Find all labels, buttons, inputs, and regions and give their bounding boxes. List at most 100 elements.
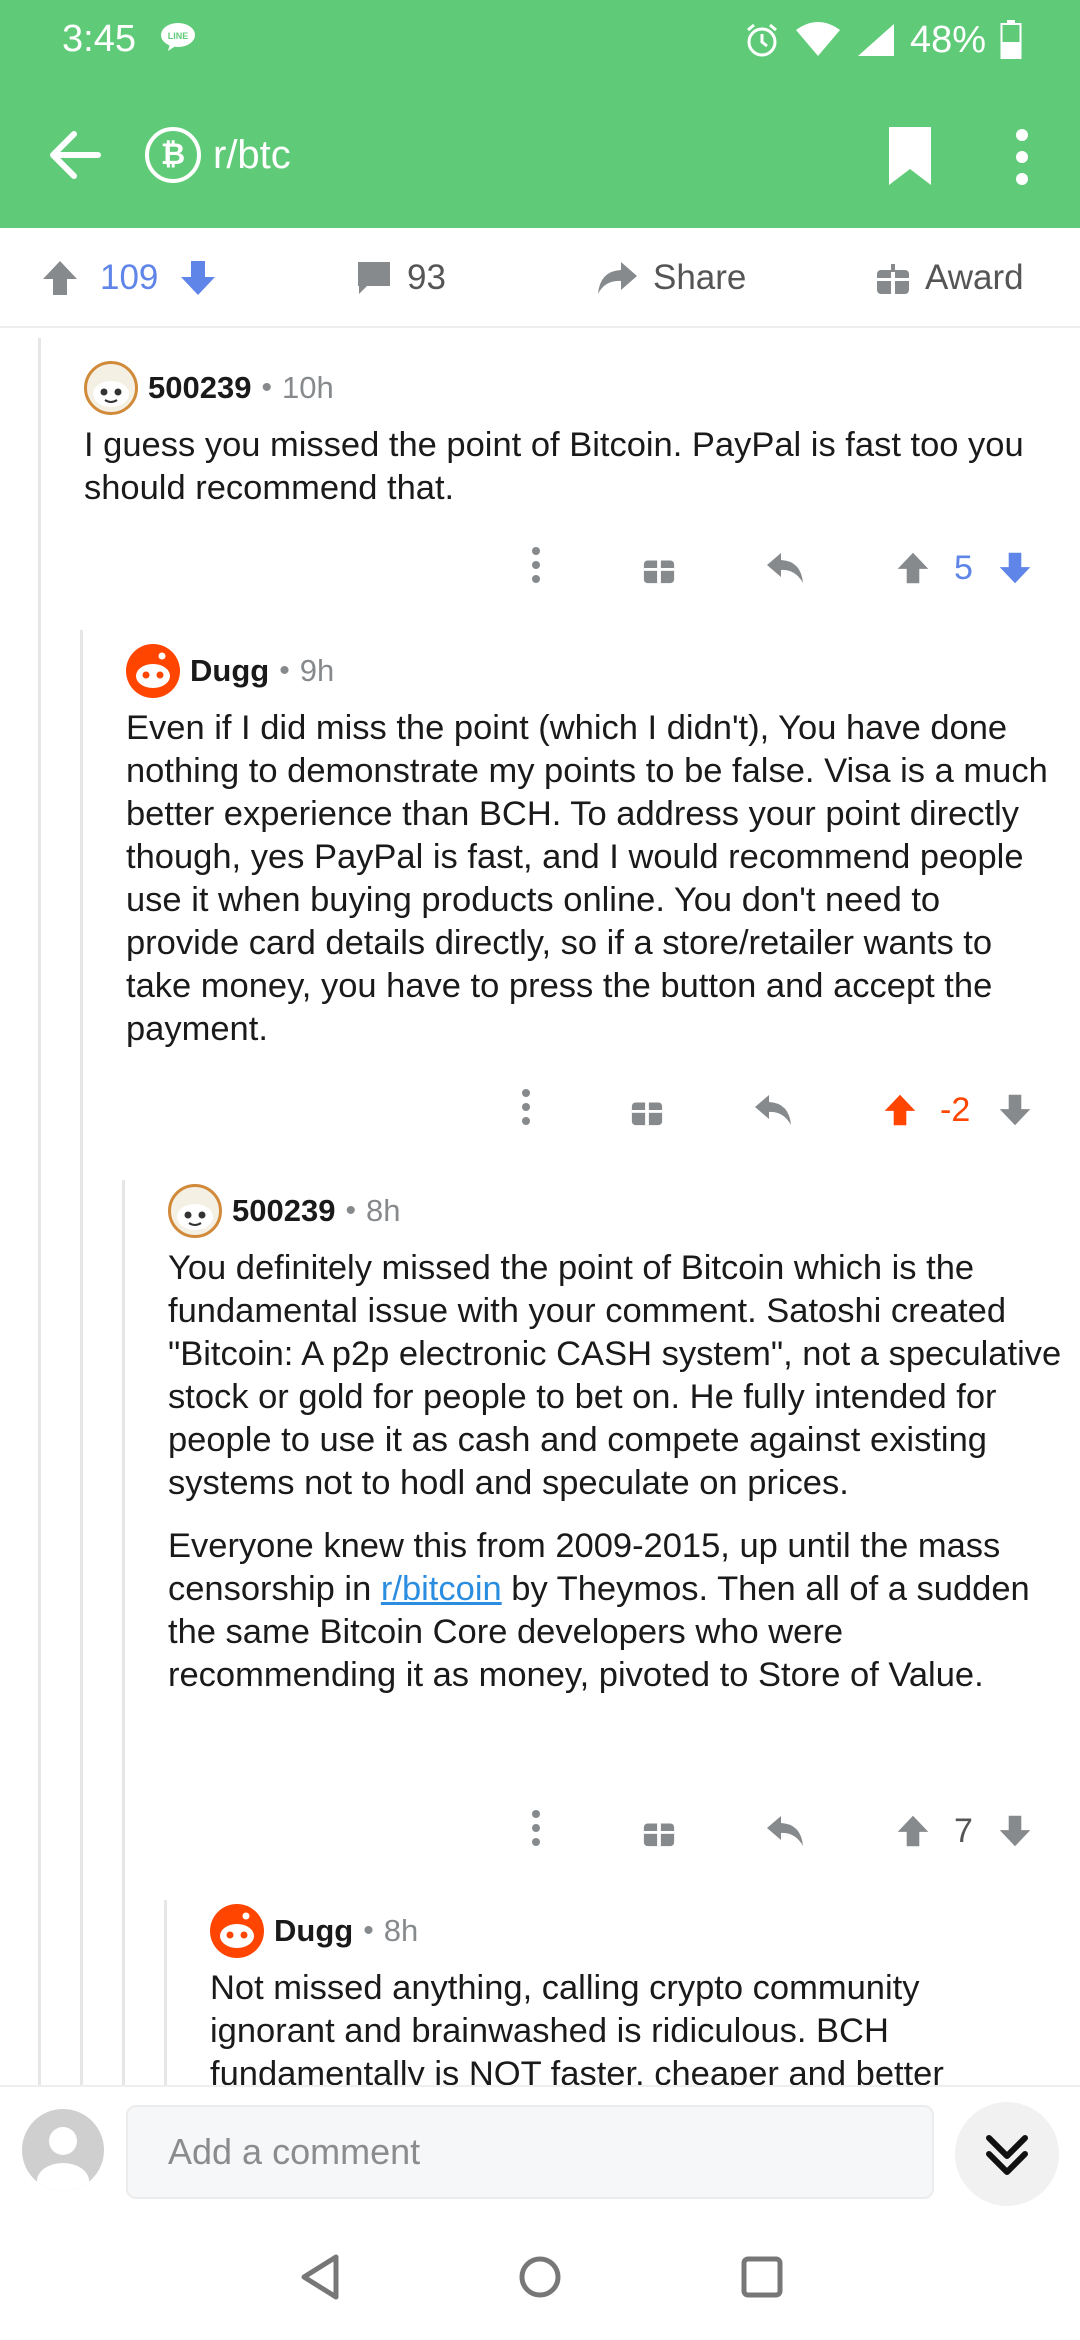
upvote-icon[interactable]	[895, 1812, 931, 1850]
share-label: Share	[653, 258, 747, 297]
comment-composer: Add a comment	[0, 2085, 1080, 2215]
alarm-icon	[746, 23, 777, 57]
upvote-icon[interactable]	[40, 258, 80, 298]
post-action-bar: 109 93 Share Award	[0, 228, 1080, 328]
comment: 500239 • 10h I guess you missed the poin…	[84, 360, 1044, 510]
comment-header: 500239 • 8h	[168, 1183, 1068, 1239]
downvote-icon[interactable]	[997, 549, 1033, 587]
user-avatar[interactable]	[84, 361, 138, 415]
subreddit-icon: ₿	[145, 127, 201, 183]
comment-author[interactable]: 500239	[232, 1193, 335, 1229]
more-options-icon[interactable]	[530, 1808, 542, 1848]
post-score: 109	[100, 258, 159, 297]
thread-line[interactable]	[38, 338, 41, 2088]
separator-dot: •	[261, 371, 272, 404]
gift-icon	[877, 264, 909, 294]
nav-recents-icon[interactable]	[740, 2253, 784, 2301]
comment-header: Dugg • 8h	[210, 1903, 1050, 1959]
thread-line[interactable]	[80, 630, 83, 2088]
upvote-icon[interactable]	[895, 549, 931, 587]
award-label: Award	[925, 258, 1024, 297]
upvote-icon[interactable]	[882, 1091, 918, 1129]
wifi-icon	[795, 22, 840, 56]
line-app-icon: LINE	[161, 23, 195, 51]
share-icon	[598, 262, 637, 294]
separator-dot: •	[363, 1914, 374, 1947]
back-arrow-icon[interactable]	[40, 120, 110, 190]
comment-age: 10h	[281, 370, 334, 405]
status-right: 48%	[744, 16, 1022, 64]
battery-percent: 48%	[909, 18, 986, 61]
separator-dot: •	[345, 1194, 356, 1227]
more-options-icon[interactable]	[1000, 125, 1044, 189]
battery-icon	[1000, 20, 1022, 59]
post-award-button[interactable]: Award	[875, 250, 1024, 306]
gift-icon[interactable]	[642, 551, 676, 585]
gift-icon[interactable]	[630, 1093, 664, 1127]
comment-header: Dugg • 9h	[126, 643, 1061, 699]
comment-score: -2	[940, 1091, 971, 1129]
downvote-icon[interactable]	[178, 258, 218, 298]
comment-age: 9h	[299, 653, 335, 688]
downvote-icon[interactable]	[997, 1091, 1033, 1129]
comment-icon	[358, 262, 390, 294]
comment: Dugg • 9h Even if I did miss the point (…	[126, 643, 1061, 1051]
comment-actions: 5	[520, 545, 1040, 595]
user-avatar[interactable]	[168, 1184, 222, 1238]
nav-home-icon[interactable]	[518, 2253, 562, 2301]
post-comments-button[interactable]: 93	[355, 250, 446, 306]
thread-line[interactable]	[122, 1180, 125, 2088]
separator-dot: •	[279, 654, 290, 687]
add-comment-input[interactable]: Add a comment	[126, 2105, 934, 2199]
comment-actions: -2	[510, 1087, 1040, 1137]
comment-body: I guess you missed the point of Bitcoin.…	[84, 424, 1044, 510]
comment-text: I guess you missed the point of Bitcoin.…	[84, 426, 1024, 507]
comment-text: Even if I did miss the point (which I di…	[126, 709, 1048, 1048]
post-share-button[interactable]: Share	[595, 250, 746, 306]
post-comment-count: 93	[407, 258, 446, 297]
double-chevron-down-icon	[986, 2135, 1028, 2175]
comment-author[interactable]: Dugg	[190, 653, 269, 689]
comment-text: Not missed anything, calling crypto comm…	[210, 1969, 944, 2085]
system-nav-bar	[0, 2215, 1080, 2340]
subreddit-title[interactable]: ₿ r/btc	[145, 123, 291, 187]
more-options-icon[interactable]	[530, 545, 542, 585]
nav-back-icon[interactable]	[298, 2253, 342, 2301]
app-bar: ₿ r/btc	[0, 105, 1080, 205]
comment-text: You definitely missed the point of Bitco…	[168, 1249, 1062, 1502]
comment: 500239 • 8h You definitely missed the po…	[168, 1183, 1068, 1697]
reply-icon[interactable]	[753, 1093, 793, 1127]
comment-text: Everyone knew this from 2009-2015, up un…	[168, 1525, 1068, 1697]
comment-score: 7	[954, 1812, 973, 1850]
more-options-icon[interactable]	[520, 1087, 532, 1127]
status-time: 3:45	[62, 18, 136, 60]
post-vote-group: 109	[40, 250, 218, 306]
user-avatar[interactable]	[210, 1904, 264, 1958]
subreddit-link[interactable]: r/bitcoin	[381, 1570, 502, 1608]
bookmark-icon[interactable]	[885, 125, 935, 187]
svg-text:LINE: LINE	[168, 31, 189, 41]
user-avatar[interactable]	[126, 644, 180, 698]
current-user-avatar[interactable]	[22, 2109, 104, 2191]
cell-signal-icon	[857, 24, 894, 56]
comment-age: 8h	[383, 1913, 419, 1948]
comment-author[interactable]: 500239	[148, 370, 251, 406]
comment-body: You definitely missed the point of Bitco…	[168, 1247, 1068, 1697]
status-bar: 3:45 LINE 48%	[0, 0, 1080, 80]
comment-author[interactable]: Dugg	[274, 1913, 353, 1949]
jump-next-button[interactable]	[955, 2102, 1059, 2206]
gift-icon[interactable]	[642, 1814, 676, 1848]
downvote-icon[interactable]	[997, 1812, 1033, 1850]
app-header: 3:45 LINE 48% ₿ r/btc	[0, 0, 1080, 228]
reply-icon[interactable]	[765, 1814, 805, 1848]
comment-actions: 7	[520, 1808, 1040, 1858]
comment-score: 5	[954, 549, 973, 587]
comment-body: Not missed anything, calling crypto comm…	[210, 1967, 1050, 2085]
subreddit-name: r/btc	[213, 132, 291, 177]
reply-icon[interactable]	[765, 551, 805, 585]
comment-header: 500239 • 10h	[84, 360, 1044, 416]
comment-body: Even if I did miss the point (which I di…	[126, 707, 1061, 1051]
comment: Dugg • 8h Not missed anything, calling c…	[210, 1903, 1050, 2085]
thread-line[interactable]	[164, 1900, 167, 2088]
comment-age: 8h	[365, 1193, 401, 1228]
